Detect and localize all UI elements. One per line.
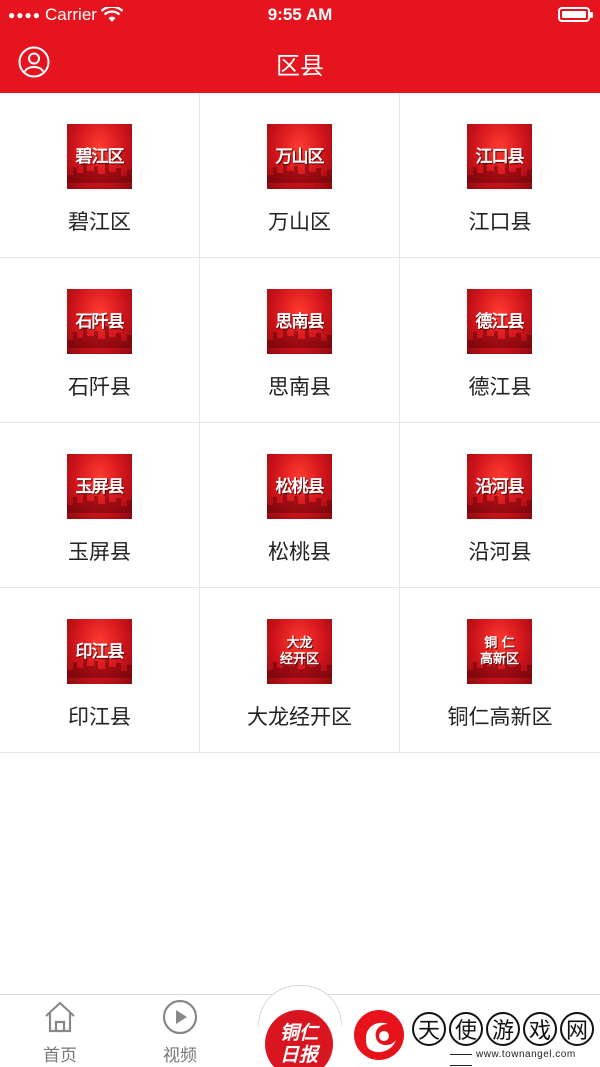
- nav-bar: 区县: [0, 30, 600, 93]
- tab-home[interactable]: 首页: [20, 995, 100, 1067]
- district-thumbnail-text: 石阡县: [75, 311, 125, 332]
- district-thumbnail: 大龙 经开区: [267, 619, 332, 684]
- district-label: 江口县: [468, 210, 532, 234]
- district-item[interactable]: 沿河县 沿河县: [400, 423, 600, 588]
- district-item[interactable]: 万山区 万山区: [200, 93, 400, 258]
- district-thumbnail: 思南县: [267, 289, 332, 354]
- district-thumbnail-text: 碧江区: [75, 146, 125, 167]
- district-label: 铜仁高新区: [447, 705, 553, 729]
- district-label: 万山区: [268, 210, 331, 234]
- district-label: 沿河县: [468, 540, 532, 564]
- site-watermark: 天使游戏网 www.townangel.com: [352, 1002, 600, 1067]
- district-item[interactable]: 玉屏县 玉屏县: [0, 423, 200, 588]
- watermark-text: 天使游戏网: [412, 1012, 594, 1046]
- watermark-url: www.townangel.com: [446, 1049, 600, 1067]
- status-bar: ●●●● Carrier 9:55 AM: [0, 0, 600, 30]
- district-label: 大龙经开区: [247, 705, 352, 729]
- watermark-char: 网: [560, 1012, 594, 1046]
- district-thumbnail-text: 江口县: [475, 146, 525, 167]
- watermark-char: 戏: [523, 1012, 557, 1046]
- watermark-char: 使: [449, 1012, 483, 1046]
- district-label: 碧江区: [68, 210, 131, 234]
- district-thumbnail-text: 德江县: [475, 311, 525, 332]
- district-label: 印江县: [68, 705, 131, 729]
- district-thumbnail-text: 万山区: [275, 146, 325, 167]
- play-icon: [162, 999, 198, 1035]
- district-item[interactable]: 松桃县 松桃县: [200, 423, 400, 588]
- district-label: 德江县: [468, 375, 532, 399]
- district-thumbnail-text: 玉屏县: [75, 476, 125, 497]
- district-thumbnail: 印江县: [67, 619, 132, 684]
- district-thumbnail: 碧江区: [67, 124, 132, 189]
- district-item[interactable]: 德江县 德江县: [400, 258, 600, 423]
- tongren-daily-tab[interactable]: 铜仁 日报: [265, 1010, 333, 1067]
- district-thumbnail: 石阡县: [67, 289, 132, 354]
- district-item[interactable]: 碧江区 碧江区: [0, 93, 200, 258]
- tongren-daily-logo: 铜仁 日报: [265, 1010, 333, 1067]
- page-title: 区县: [276, 52, 324, 80]
- district-item[interactable]: 铜 仁 高新区铜仁高新区: [400, 588, 600, 753]
- district-thumbnail-text: 大龙 经开区: [279, 635, 319, 667]
- district-thumbnail: 松桃县: [267, 454, 332, 519]
- district-item[interactable]: 大龙 经开区大龙经开区: [200, 588, 400, 753]
- district-label: 松桃县: [268, 540, 331, 564]
- district-label: 思南县: [268, 375, 331, 399]
- tab-video[interactable]: 视频: [140, 995, 220, 1067]
- district-thumbnail-text: 铜 仁 高新区: [479, 635, 519, 667]
- district-thumbnail: 万山区: [267, 124, 332, 189]
- district-label: 玉屏县: [68, 540, 131, 564]
- district-thumbnail: 江口县: [467, 124, 532, 189]
- district-item[interactable]: 思南县 思南县: [200, 258, 400, 423]
- district-item[interactable]: 江口县 江口县: [400, 93, 600, 258]
- district-thumbnail: 沿河县: [467, 454, 532, 519]
- district-item[interactable]: 石阡县 石阡县: [0, 258, 200, 423]
- watermark-char: 天: [412, 1012, 446, 1046]
- tab-video-label: 视频: [163, 1046, 197, 1066]
- status-time: 9:55 AM: [267, 5, 333, 24]
- district-item[interactable]: 印江县 印江县: [0, 588, 200, 753]
- tab-home-label: 首页: [43, 1046, 77, 1066]
- district-thumbnail-text: 思南县: [275, 311, 325, 332]
- angel-logo-icon: [354, 1010, 404, 1060]
- district-thumbnail-text: 沿河县: [475, 476, 525, 497]
- watermark-char: 游: [486, 1012, 520, 1046]
- district-grid: 碧江区 碧江区 万山区 万山区 江口县 江口县 石阡县 石阡县 思南县 思南县 德江县 德江县 玉屏县玉…: [0, 93, 600, 753]
- battery-icon: [558, 7, 593, 22]
- district-label: 石阡县: [68, 375, 131, 399]
- district-thumbnail-text: 印江县: [75, 641, 125, 662]
- district-thumbnail: 铜 仁 高新区: [467, 619, 532, 684]
- home-icon: [45, 1001, 75, 1033]
- app-header: ●●●● Carrier 9:55 AM 区县: [0, 0, 600, 93]
- district-thumbnail: 德江县: [467, 289, 532, 354]
- district-thumbnail: 玉屏县: [67, 454, 132, 519]
- district-thumbnail-text: 松桃县: [275, 476, 325, 497]
